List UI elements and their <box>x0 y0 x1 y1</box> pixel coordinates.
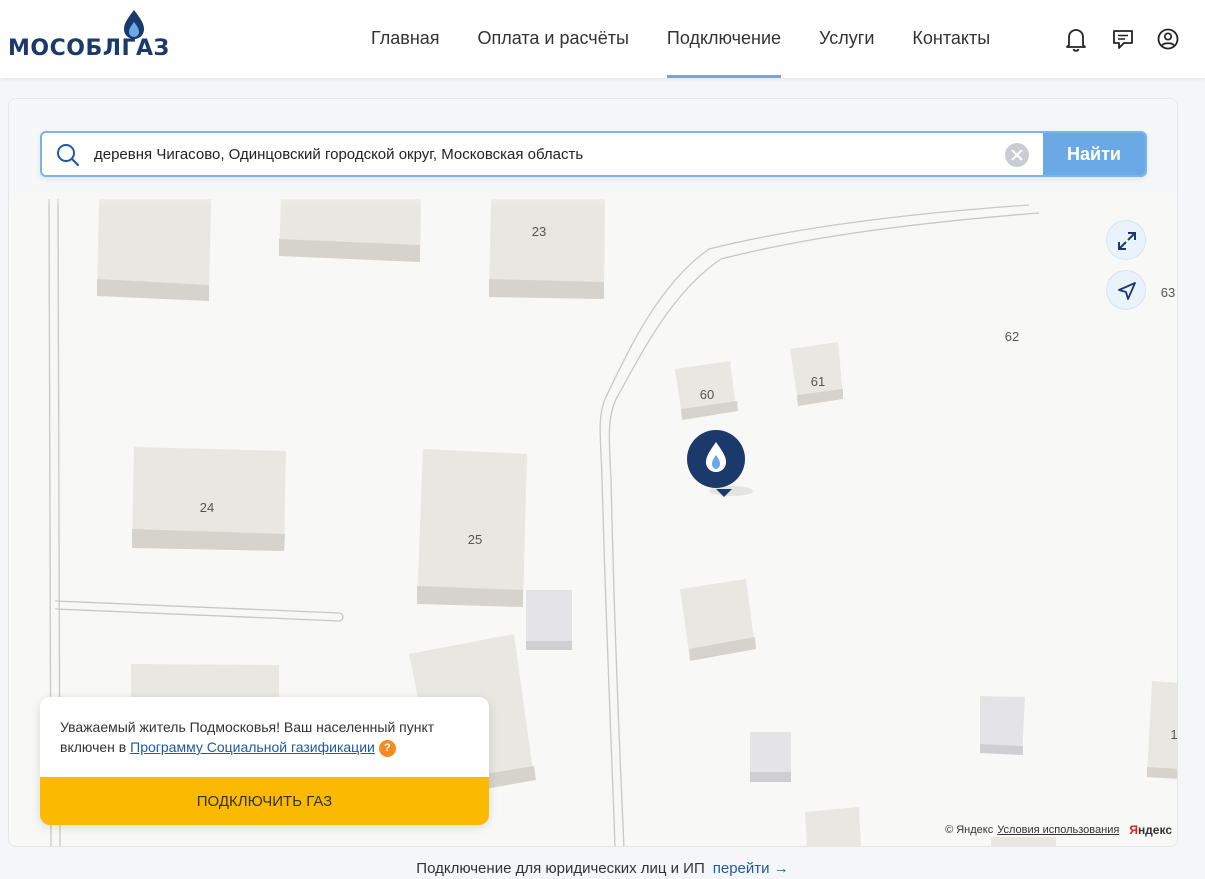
nav-item-connection[interactable]: Подключение <box>648 0 800 78</box>
house-label-25: 25 <box>468 532 482 547</box>
logo-text: МОСОБЛГАЗ <box>8 36 170 61</box>
house-label-24: 24 <box>200 500 214 515</box>
notice-text: Уважаемый житель Подмосковья! Ваш населе… <box>60 717 475 757</box>
terms-link[interactable]: Условия использования <box>997 824 1119 836</box>
user-icon[interactable] <box>1153 24 1183 54</box>
search-strip: Найти <box>9 99 1177 207</box>
social-gasification-link[interactable]: Программу Социальной газификации <box>130 739 375 755</box>
map-panel: 23 63 62 60 61 24 25 1 Найти <box>8 98 1178 847</box>
yandex-logo-first-letter: Я <box>1129 823 1138 837</box>
locate-arrow-icon <box>1118 282 1136 300</box>
help-icon[interactable]: ? <box>378 739 396 757</box>
expand-icon <box>1118 232 1136 250</box>
mosoblgaz-logo[interactable]: МОСОБЛГАЗ <box>8 10 169 62</box>
map-attribution: © Яндекс Условия использования Яндекс <box>945 823 1172 837</box>
clear-search-button[interactable] <box>1005 143 1029 167</box>
address-search-input[interactable] <box>94 133 994 175</box>
nav-item-home[interactable]: Главная <box>352 0 459 78</box>
house-label-60: 60 <box>700 387 714 402</box>
house-label-1: 1 <box>1170 727 1177 742</box>
legal-entities-text: Подключение для юридических лиц и ИП <box>416 860 705 877</box>
house-label-62: 62 <box>1005 329 1019 344</box>
nav-item-contacts[interactable]: Контакты <box>893 0 1009 78</box>
top-header: МОСОБЛГАЗ Главная Оплата и расчёты Подкл… <box>0 0 1205 78</box>
connect-gas-button[interactable]: ПОДКЛЮЧИТЬ ГАЗ <box>40 777 489 825</box>
bell-icon[interactable] <box>1061 24 1091 54</box>
nav-item-services[interactable]: Услуги <box>800 0 893 78</box>
legal-entities-footer: Подключение для юридических лиц и ИП пере… <box>0 860 1205 877</box>
nav-item-payments[interactable]: Оплата и расчёты <box>459 0 648 78</box>
chat-icon[interactable] <box>1108 24 1138 54</box>
address-search-box: Найти <box>40 131 1147 177</box>
locate-button[interactable] <box>1106 270 1146 310</box>
yandex-logo[interactable]: Яндекс <box>1129 823 1172 837</box>
house-label-61: 61 <box>811 374 825 389</box>
house-label-63: 63 <box>1161 285 1175 300</box>
yandex-logo-rest: ндекс <box>1137 823 1172 837</box>
search-icon <box>57 144 80 167</box>
fullscreen-button[interactable] <box>1106 220 1146 260</box>
main-nav: Главная Оплата и расчёты Подключение Усл… <box>352 0 1009 78</box>
legal-entities-link[interactable]: перейти → <box>713 860 789 877</box>
copyright-text: © Яндекс <box>945 824 994 836</box>
house-label-23: 23 <box>532 224 546 239</box>
gasification-notice: Уважаемый житель Подмосковья! Ваш населе… <box>40 697 489 825</box>
find-button[interactable]: Найти <box>1043 133 1145 175</box>
